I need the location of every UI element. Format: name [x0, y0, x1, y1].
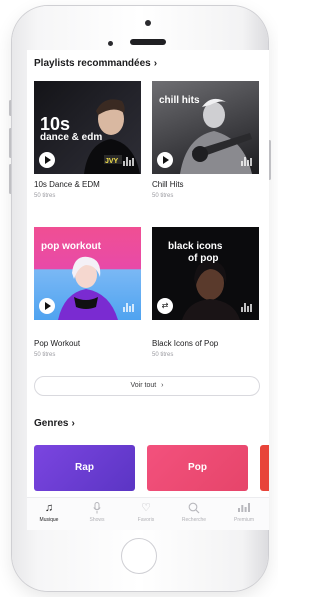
playlist-card-pop-workout[interactable]: pop workout [34, 227, 141, 320]
music-note-icon: ♫ [44, 502, 54, 514]
shuffle-icon[interactable]: ⇄ [157, 298, 173, 314]
equalizer-icon [241, 157, 253, 166]
play-icon[interactable] [157, 152, 173, 168]
tab-label: Premium [233, 517, 254, 523]
see-all-button[interactable]: Voir tout › [34, 376, 260, 396]
tab-recherche[interactable]: Recherche [173, 502, 215, 523]
playlists-section-title: Playlists recommandées [34, 58, 151, 69]
proximity-sensor [108, 41, 113, 46]
playlist-track-count: 50 titres [152, 352, 174, 358]
earpiece-speaker [130, 39, 166, 45]
genre-tile-rap[interactable]: Rap [34, 445, 135, 491]
home-button[interactable] [121, 538, 157, 574]
playlist-title[interactable]: 10s Dance & EDM [34, 180, 100, 189]
equalizer-icon [241, 303, 253, 312]
playlist-title[interactable]: Pop Workout [34, 339, 80, 348]
playlist-title[interactable]: Black Icons of Pop [152, 339, 218, 348]
playlist-track-count: 50 titres [34, 193, 56, 199]
tab-label: Favoris [137, 517, 155, 523]
equalizer-icon [123, 303, 135, 312]
play-icon[interactable] [39, 152, 55, 168]
playlist-art-title: black icons [168, 241, 223, 252]
tab-musique[interactable]: ♫ Musique [28, 502, 70, 523]
device-mockup: Playlists recommandées › JVY 10s dance & … [0, 0, 278, 597]
genre-label: Rap [75, 462, 94, 473]
playlist-title[interactable]: Chill Hits [152, 180, 184, 189]
playlist-art-subtitle: dance & edm [40, 132, 103, 143]
tab-shows[interactable]: Shows [76, 502, 118, 523]
tab-label: Musique [39, 517, 59, 523]
playlist-art-title: chill hits [159, 95, 200, 106]
see-all-label: Voir tout [130, 382, 157, 389]
heart-icon: ♡ [141, 502, 151, 514]
playlist-art-title: 10s [40, 114, 71, 134]
svg-text:JVY: JVY [105, 158, 119, 165]
tab-favoris[interactable]: ♡ Favoris [125, 502, 167, 523]
tab-label: Recherche [181, 517, 207, 523]
app-screen: Playlists recommandées › JVY 10s dance & … [27, 50, 269, 530]
genres-section-title: Genres [34, 418, 69, 429]
playlists-section-header[interactable]: Playlists recommandées › [34, 58, 157, 69]
playlist-track-count: 50 titres [34, 352, 56, 358]
tab-label: Shows [89, 517, 105, 523]
genres-section-header[interactable]: Genres › [34, 418, 75, 429]
equalizer-icon [223, 502, 265, 515]
chevron-right-icon: › [153, 58, 158, 69]
playlist-card-black-icons-of-pop[interactable]: black icons of pop ⇄ [152, 227, 259, 320]
tab-premium[interactable]: Premium [223, 502, 265, 523]
playlist-art-subtitle: of pop [188, 253, 219, 264]
playlist-track-count: 50 titres [152, 193, 174, 199]
playlist-art-title: pop workout [41, 241, 101, 252]
genre-tile-pop[interactable]: Pop [147, 445, 248, 491]
genre-tile-partial[interactable] [260, 445, 269, 491]
search-icon [173, 502, 215, 515]
chevron-right-icon: › [71, 418, 75, 429]
playlist-card-chill-hits[interactable]: chill hits [152, 81, 259, 174]
playlist-card-10s-dance-edm[interactable]: JVY 10s dance & edm [34, 81, 141, 174]
chevron-right-icon: › [161, 382, 164, 389]
genre-label: Pop [188, 462, 207, 473]
equalizer-icon [123, 157, 135, 166]
bottom-tab-bar: ♫ Musique Shows ♡ Favoris Recherche Prem… [27, 497, 269, 530]
microphone-icon [76, 502, 118, 515]
play-icon[interactable] [39, 298, 55, 314]
front-camera [145, 20, 151, 26]
